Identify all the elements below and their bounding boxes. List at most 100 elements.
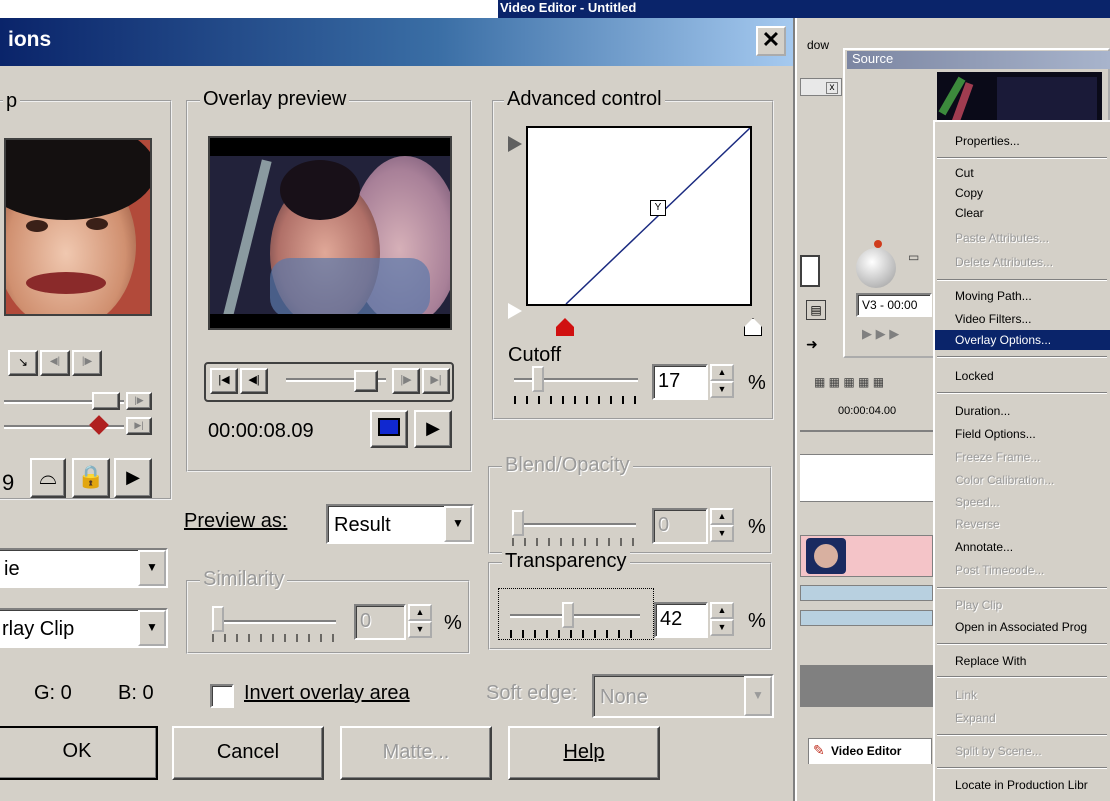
trim-slider-thumb[interactable] <box>92 392 120 410</box>
preview-monitor-button[interactable] <box>370 410 408 448</box>
spin-down-icon[interactable]: ▼ <box>710 619 734 636</box>
cutoff-spinner[interactable]: ▲ ▼ <box>710 364 736 398</box>
menu-item-video-filters[interactable]: Video Filters... <box>935 309 1110 329</box>
menu-item-locate-in-library[interactable]: Locate in Production Libr <box>935 775 1110 795</box>
cutoff-input[interactable]: 17 <box>652 364 708 400</box>
menu-separator <box>937 279 1107 281</box>
play-button[interactable]: ▶ <box>414 410 452 448</box>
shuttle-dial[interactable] <box>856 248 896 288</box>
chevron-down-icon[interactable]: ▼ <box>138 610 166 646</box>
streak-shape <box>218 159 272 328</box>
menu-item-play-clip: Play Clip <box>955 598 1003 612</box>
lock-icon[interactable]: 🔒 <box>72 458 110 498</box>
timeline-ruler-start <box>800 402 835 422</box>
go-end-button[interactable]: ▶| <box>422 368 450 394</box>
timecode-field[interactable]: V3 - 00:00 <box>856 293 932 317</box>
invert-overlay-label[interactable]: Invert overlay area <box>244 682 410 705</box>
prev-frame-button[interactable]: ◀| <box>240 368 268 394</box>
menu-item-cut[interactable]: Cut <box>935 163 1110 183</box>
blend-spinner: ▲ ▼ <box>710 508 736 542</box>
similarity-spinner: ▲ ▼ <box>408 604 434 638</box>
mark-out-button[interactable]: ▶| <box>126 417 152 435</box>
step-icon[interactable]: ➜ <box>806 336 818 353</box>
go-start-button[interactable]: |◀ <box>210 368 238 394</box>
blend-slider-track <box>512 523 636 527</box>
menu-item-locked[interactable]: Locked <box>935 366 1110 386</box>
menu-item-duration[interactable]: Duration... <box>935 401 1110 421</box>
menu-item-open-associated[interactable]: Open in Associated Prog <box>935 617 1110 637</box>
curve-graph[interactable]: Y <box>526 126 752 306</box>
help-button[interactable]: Help <box>508 726 660 780</box>
menu-item-moving-path[interactable]: Moving Path... <box>935 286 1110 306</box>
play-button[interactable]: ▶ <box>114 458 152 498</box>
menu-window[interactable]: dow <box>807 38 829 52</box>
overlay-preview-label: Overlay preview <box>200 88 350 111</box>
storyboard-icon[interactable]: ▤ <box>806 300 826 320</box>
trim-end-button[interactable]: |▶ <box>126 392 152 410</box>
timeline-toolbar[interactable]: ▦ ▦ ▦ ▦ ▦ <box>814 375 884 389</box>
invert-overlay-checkbox[interactable] <box>210 684 234 708</box>
menu-item-annotate[interactable]: Annotate... <box>935 537 1110 557</box>
ok-button[interactable]: OK <box>0 726 158 780</box>
spin-up-icon[interactable]: ▲ <box>710 364 734 381</box>
timeline-track-blue[interactable] <box>800 585 933 601</box>
menu-item-copy[interactable]: Copy <box>935 183 1110 203</box>
menu-item-field-options[interactable]: Field Options... <box>935 424 1110 444</box>
eye-shape <box>26 220 48 232</box>
cutoff-label: Cutoff <box>508 344 561 366</box>
menu-item-properties[interactable]: Properties... <box>935 131 1110 151</box>
set-mark-in-button[interactable]: ↘ <box>8 350 38 376</box>
timeline-track-grey[interactable] <box>800 665 933 707</box>
prev-frame-button[interactable]: ◀| <box>40 350 70 376</box>
color-g-value: G: 0 <box>34 682 72 704</box>
tab-video-editor[interactable]: ✎ Video Editor <box>808 738 932 764</box>
menu-item-clear[interactable]: Clear <box>935 203 1110 223</box>
menu-item-speed: Speed... <box>955 495 1000 509</box>
top-handle-icon[interactable] <box>508 136 522 152</box>
timeline-track-empty[interactable] <box>800 454 933 502</box>
percent-label: % <box>748 516 766 538</box>
chevron-down-icon: ▼ <box>744 676 772 716</box>
chevron-down-icon[interactable]: ▼ <box>138 550 166 586</box>
cutoff-slider-thumb[interactable] <box>532 366 544 392</box>
menu-item-replace-with[interactable]: Replace With <box>935 651 1110 671</box>
hair-shape <box>6 140 150 220</box>
jog-icon[interactable]: ▭ <box>908 250 919 264</box>
transparency-spinner[interactable]: ▲ ▼ <box>710 602 736 636</box>
preview-as-combo[interactable]: Result ▼ <box>326 504 474 544</box>
timeline-track-blue-2[interactable] <box>800 610 933 626</box>
chevron-down-icon[interactable]: ▼ <box>444 506 472 542</box>
track-button[interactable] <box>800 255 820 287</box>
preview-as-label: Preview as: <box>184 510 288 532</box>
next-frame-button[interactable]: |▶ <box>72 350 102 376</box>
overlay-source-combo[interactable]: rlay Clip ▼ <box>0 608 168 648</box>
transparency-slider-track[interactable] <box>510 614 640 618</box>
transparency-slider-thumb[interactable] <box>562 602 574 628</box>
dialog-close-button[interactable]: ✕ <box>756 26 786 56</box>
clip-group-label: p <box>3 90 21 113</box>
soft-edge-combo: None ▼ <box>592 674 774 718</box>
sample-color-button[interactable]: ⌓ <box>30 458 66 498</box>
overlay-type-combo[interactable]: ie ▼ <box>0 548 168 588</box>
letterbox-bottom <box>210 314 450 328</box>
bottom-handle-icon[interactable] <box>508 303 522 319</box>
menu-item-color-calibration: Color Calibration... <box>955 473 1055 487</box>
soft-edge-value: None <box>600 686 648 708</box>
menu-item-paste-attributes: Paste Attributes... <box>955 231 1050 245</box>
spin-down-icon[interactable]: ▼ <box>710 381 734 398</box>
play-icon[interactable]: ▶ ▶ ▶ <box>862 326 899 342</box>
next-frame-button[interactable]: |▶ <box>392 368 420 394</box>
letterbox-top <box>210 138 450 156</box>
menu-item-split-by-scene: Split by Scene... <box>955 744 1042 758</box>
frame-counter: 9 <box>2 470 15 495</box>
menu-separator <box>937 157 1107 159</box>
transparency-input[interactable]: 42 <box>654 602 708 638</box>
curve-node-icon[interactable]: Y <box>650 200 666 216</box>
cutoff-ticks <box>514 396 638 404</box>
cancel-button[interactable]: Cancel <box>172 726 324 780</box>
menu-item-overlay-options[interactable]: Overlay Options... <box>935 330 1110 350</box>
spin-up-icon: ▲ <box>408 604 432 621</box>
spin-up-icon[interactable]: ▲ <box>710 602 734 619</box>
preview-scrub-thumb[interactable] <box>354 370 378 392</box>
close-icon[interactable]: x <box>826 82 838 94</box>
